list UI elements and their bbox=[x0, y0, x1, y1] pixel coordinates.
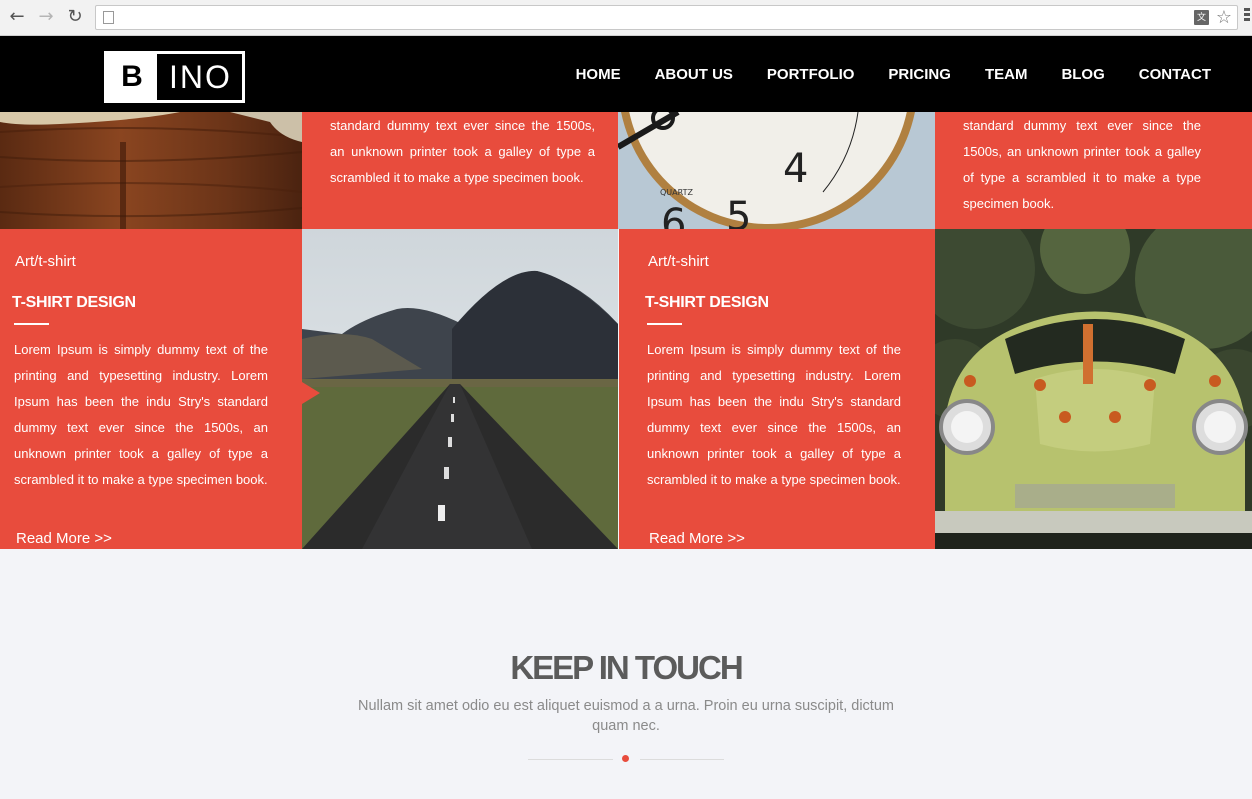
card-title: T-SHIRT DESIGN bbox=[12, 294, 136, 311]
clock-brand: QUARTZ bbox=[660, 188, 693, 197]
road-image bbox=[302, 229, 618, 549]
nav-blog[interactable]: BLOG bbox=[1061, 66, 1104, 83]
logo-text: INO bbox=[169, 59, 232, 95]
translate-icon[interactable]: 文 bbox=[1194, 10, 1209, 25]
browser-menu-icon[interactable] bbox=[1244, 8, 1250, 26]
card-title-underline bbox=[647, 323, 682, 325]
page-icon bbox=[103, 11, 114, 24]
divider-line-left bbox=[528, 759, 613, 760]
clock-photo[interactable]: 4 5 6 QUARTZ bbox=[618, 112, 935, 229]
main-nav: HOME ABOUT US PORTFOLIO PRICING TEAM BLO… bbox=[542, 36, 1211, 112]
site-header: B INO HOME ABOUT US PORTFOLIO PRICING TE… bbox=[0, 36, 1252, 112]
portfolio-card-1: Art/t-shirt T-SHIRT DESIGN Lorem Ipsum i… bbox=[0, 229, 302, 549]
card-body: Lorem Ipsum is simply dummy text of the … bbox=[14, 342, 268, 487]
wood-photo[interactable] bbox=[0, 112, 302, 229]
nav-home[interactable]: HOME bbox=[576, 66, 621, 83]
nav-contact[interactable]: CONTACT bbox=[1139, 66, 1211, 83]
section-title: KEEP IN TOUCH bbox=[510, 649, 743, 686]
card-pointer bbox=[302, 382, 320, 404]
card-pointer bbox=[917, 382, 935, 404]
nav-portfolio[interactable]: PORTFOLIO bbox=[767, 66, 855, 83]
reload-icon[interactable]: ↻ bbox=[65, 7, 85, 27]
nav-about-us[interactable]: ABOUT US bbox=[655, 66, 733, 83]
top-left-text-tile: standard dummy text ever since the 1500s… bbox=[302, 112, 618, 229]
read-more-link[interactable]: Read More >> bbox=[649, 530, 745, 547]
back-icon[interactable]: ← bbox=[7, 7, 27, 27]
address-bar[interactable]: 文 ☆ bbox=[95, 5, 1238, 30]
card-title: T-SHIRT DESIGN bbox=[645, 294, 769, 311]
clock-number-5: 5 bbox=[726, 194, 751, 229]
nav-team[interactable]: TEAM bbox=[985, 66, 1028, 83]
card-body: Lorem Ipsum is simply dummy text of the … bbox=[647, 342, 901, 487]
nav-pricing[interactable]: PRICING bbox=[888, 66, 951, 83]
divider-line-right bbox=[640, 759, 724, 760]
portfolio-card-2: Art/t-shirt T-SHIRT DESIGN Lorem Ipsum i… bbox=[619, 229, 935, 549]
browser-toolbar: ← → ↻ 文 ☆ bbox=[0, 0, 1252, 36]
keep-in-touch-section: KEEP IN TOUCH Nullam sit amet odio eu es… bbox=[0, 549, 1252, 799]
divider-dot bbox=[622, 755, 629, 762]
logo-letter: B bbox=[107, 54, 157, 100]
road-photo[interactable] bbox=[302, 229, 618, 549]
top-right-text: standard dummy text ever since the 1500s… bbox=[963, 118, 1201, 211]
clock-image: 4 5 6 QUARTZ bbox=[618, 112, 935, 229]
read-more-link[interactable]: Read More >> bbox=[16, 530, 112, 547]
logo[interactable]: B INO bbox=[104, 51, 245, 103]
card-category: Art/t-shirt bbox=[15, 253, 76, 270]
forward-icon[interactable]: → bbox=[36, 7, 56, 27]
wood-image bbox=[0, 112, 302, 229]
top-right-text-tile: standard dummy text ever since the 1500s… bbox=[935, 112, 1252, 229]
top-left-text: standard dummy text ever since the 1500s… bbox=[330, 118, 595, 185]
car-photo[interactable] bbox=[935, 229, 1252, 549]
card-title-underline bbox=[14, 323, 49, 325]
card-category: Art/t-shirt bbox=[648, 253, 709, 270]
section-subtitle: Nullam sit amet odio eu est aliquet euis… bbox=[358, 698, 894, 734]
clock-number-4: 4 bbox=[783, 146, 808, 192]
clock-number-6: 6 bbox=[661, 201, 686, 229]
bookmark-star-icon[interactable]: ☆ bbox=[1216, 7, 1232, 28]
car-image bbox=[935, 229, 1252, 549]
